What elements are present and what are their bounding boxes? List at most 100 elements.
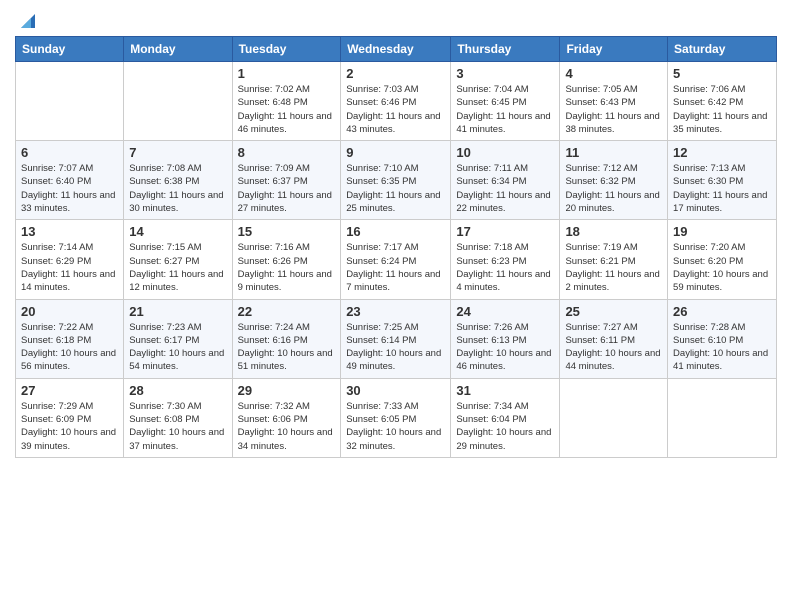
day-of-week-header: Thursday [451, 37, 560, 62]
day-info: Sunrise: 7:16 AM Sunset: 6:26 PM Dayligh… [238, 241, 336, 294]
day-number: 16 [346, 224, 445, 239]
day-info: Sunrise: 7:17 AM Sunset: 6:24 PM Dayligh… [346, 241, 445, 294]
day-number: 26 [673, 304, 771, 319]
calendar-cell: 15 Sunrise: 7:16 AM Sunset: 6:26 PM Dayli… [232, 220, 341, 299]
day-info: Sunrise: 7:20 AM Sunset: 6:20 PM Dayligh… [673, 241, 771, 294]
day-info: Sunrise: 7:29 AM Sunset: 6:09 PM Dayligh… [21, 400, 118, 453]
calendar-cell: 14Sunrise: 7:15 AM Sunset: 6:27 PM Dayli… [124, 220, 232, 299]
day-info: Sunrise: 7:32 AM Sunset: 6:06 PM Dayligh… [238, 400, 336, 453]
day-number: 2 [346, 66, 445, 81]
day-number: 1 [238, 66, 336, 81]
day-number: 17 [456, 224, 554, 239]
calendar-cell [560, 378, 668, 457]
day-number: 24 [456, 304, 554, 319]
calendar-cell: 19 Sunrise: 7:20 AM Sunset: 6:20 PM Dayli… [668, 220, 777, 299]
calendar-cell: 22 Sunrise: 7:24 AM Sunset: 6:16 PM Dayli… [232, 299, 341, 378]
day-number: 4 [565, 66, 662, 81]
day-info: Sunrise: 7:03 AM Sunset: 6:46 PM Dayligh… [346, 83, 445, 136]
calendar-cell: 18 Sunrise: 7:19 AM Sunset: 6:21 PM Dayli… [560, 220, 668, 299]
day-number: 5 [673, 66, 771, 81]
day-info: Sunrise: 7:24 AM Sunset: 6:16 PM Dayligh… [238, 321, 336, 374]
calendar-cell: 1 Sunrise: 7:02 AM Sunset: 6:48 PM Daylig… [232, 62, 341, 141]
header [15, 10, 777, 28]
day-number: 18 [565, 224, 662, 239]
calendar-cell: 13 Sunrise: 7:14 AM Sunset: 6:29 PM Dayli… [16, 220, 124, 299]
day-number: 19 [673, 224, 771, 239]
day-info: Sunrise: 7:12 AM Sunset: 6:32 PM Dayligh… [565, 162, 662, 215]
day-number: 6 [21, 145, 118, 160]
day-number: 20 [21, 304, 118, 319]
day-number: 12 [673, 145, 771, 160]
calendar-header-row: SundayMondayTuesdayWednesdayThursdayFrid… [16, 37, 777, 62]
day-number: 3 [456, 66, 554, 81]
day-of-week-header: Saturday [668, 37, 777, 62]
day-number: 13 [21, 224, 118, 239]
day-of-week-header: Tuesday [232, 37, 341, 62]
calendar-week-row: 1 Sunrise: 7:02 AM Sunset: 6:48 PM Daylig… [16, 62, 777, 141]
day-info: Sunrise: 7:30 AM Sunset: 6:08 PM Dayligh… [129, 400, 226, 453]
day-info: Sunrise: 7:23 AM Sunset: 6:17 PM Dayligh… [129, 321, 226, 374]
calendar-cell: 10 Sunrise: 7:11 AM Sunset: 6:34 PM Dayli… [451, 141, 560, 220]
day-of-week-header: Monday [124, 37, 232, 62]
day-number: 23 [346, 304, 445, 319]
calendar-cell: 24Sunrise: 7:26 AM Sunset: 6:13 PM Dayli… [451, 299, 560, 378]
calendar-cell: 7 Sunrise: 7:08 AM Sunset: 6:38 PM Daylig… [124, 141, 232, 220]
calendar-week-row: 20 Sunrise: 7:22 AM Sunset: 6:18 PM Dayli… [16, 299, 777, 378]
day-info: Sunrise: 7:07 AM Sunset: 6:40 PM Dayligh… [21, 162, 118, 215]
day-number: 21 [129, 304, 226, 319]
day-number: 10 [456, 145, 554, 160]
calendar-cell: 4 Sunrise: 7:05 AM Sunset: 6:43 PM Daylig… [560, 62, 668, 141]
day-info: Sunrise: 7:11 AM Sunset: 6:34 PM Dayligh… [456, 162, 554, 215]
calendar-cell [16, 62, 124, 141]
day-number: 7 [129, 145, 226, 160]
day-of-week-header: Sunday [16, 37, 124, 62]
calendar-cell: 21 Sunrise: 7:23 AM Sunset: 6:17 PM Dayli… [124, 299, 232, 378]
calendar-week-row: 6 Sunrise: 7:07 AM Sunset: 6:40 PM Daylig… [16, 141, 777, 220]
day-number: 28 [129, 383, 226, 398]
logo-icon [17, 10, 39, 32]
calendar-cell [124, 62, 232, 141]
calendar-cell: 6 Sunrise: 7:07 AM Sunset: 6:40 PM Daylig… [16, 141, 124, 220]
day-number: 11 [565, 145, 662, 160]
day-number: 22 [238, 304, 336, 319]
calendar-cell: 20 Sunrise: 7:22 AM Sunset: 6:18 PM Dayli… [16, 299, 124, 378]
calendar-cell [668, 378, 777, 457]
calendar-cell: 23 Sunrise: 7:25 AM Sunset: 6:14 PM Dayli… [341, 299, 451, 378]
calendar-cell: 11 Sunrise: 7:12 AM Sunset: 6:32 PM Dayli… [560, 141, 668, 220]
day-info: Sunrise: 7:09 AM Sunset: 6:37 PM Dayligh… [238, 162, 336, 215]
calendar-cell: 29 Sunrise: 7:32 AM Sunset: 6:06 PM Dayli… [232, 378, 341, 457]
day-info: Sunrise: 7:25 AM Sunset: 6:14 PM Dayligh… [346, 321, 445, 374]
day-info: Sunrise: 7:33 AM Sunset: 6:05 PM Dayligh… [346, 400, 445, 453]
calendar: SundayMondayTuesdayWednesdayThursdayFrid… [15, 36, 777, 458]
day-info: Sunrise: 7:27 AM Sunset: 6:11 PM Dayligh… [565, 321, 662, 374]
day-info: Sunrise: 7:04 AM Sunset: 6:45 PM Dayligh… [456, 83, 554, 136]
calendar-cell: 12Sunrise: 7:13 AM Sunset: 6:30 PM Dayli… [668, 141, 777, 220]
day-info: Sunrise: 7:05 AM Sunset: 6:43 PM Dayligh… [565, 83, 662, 136]
day-number: 25 [565, 304, 662, 319]
calendar-cell: 17 Sunrise: 7:18 AM Sunset: 6:23 PM Dayli… [451, 220, 560, 299]
day-of-week-header: Wednesday [341, 37, 451, 62]
calendar-cell: 3 Sunrise: 7:04 AM Sunset: 6:45 PM Daylig… [451, 62, 560, 141]
day-info: Sunrise: 7:34 AM Sunset: 6:04 PM Dayligh… [456, 400, 554, 453]
calendar-cell: 9Sunrise: 7:10 AM Sunset: 6:35 PM Daylig… [341, 141, 451, 220]
calendar-cell: 2 Sunrise: 7:03 AM Sunset: 6:46 PM Daylig… [341, 62, 451, 141]
day-info: Sunrise: 7:22 AM Sunset: 6:18 PM Dayligh… [21, 321, 118, 374]
calendar-week-row: 27 Sunrise: 7:29 AM Sunset: 6:09 PM Dayli… [16, 378, 777, 457]
day-info: Sunrise: 7:06 AM Sunset: 6:42 PM Dayligh… [673, 83, 771, 136]
day-info: Sunrise: 7:02 AM Sunset: 6:48 PM Dayligh… [238, 83, 336, 136]
day-info: Sunrise: 7:08 AM Sunset: 6:38 PM Dayligh… [129, 162, 226, 215]
day-info: Sunrise: 7:18 AM Sunset: 6:23 PM Dayligh… [456, 241, 554, 294]
day-info: Sunrise: 7:19 AM Sunset: 6:21 PM Dayligh… [565, 241, 662, 294]
day-of-week-header: Friday [560, 37, 668, 62]
calendar-cell: 8Sunrise: 7:09 AM Sunset: 6:37 PM Daylig… [232, 141, 341, 220]
logo [15, 10, 39, 28]
day-info: Sunrise: 7:14 AM Sunset: 6:29 PM Dayligh… [21, 241, 118, 294]
day-number: 27 [21, 383, 118, 398]
calendar-week-row: 13 Sunrise: 7:14 AM Sunset: 6:29 PM Dayli… [16, 220, 777, 299]
day-number: 29 [238, 383, 336, 398]
calendar-cell: 27 Sunrise: 7:29 AM Sunset: 6:09 PM Dayli… [16, 378, 124, 457]
calendar-cell: 5 Sunrise: 7:06 AM Sunset: 6:42 PM Daylig… [668, 62, 777, 141]
day-number: 15 [238, 224, 336, 239]
day-info: Sunrise: 7:28 AM Sunset: 6:10 PM Dayligh… [673, 321, 771, 374]
calendar-cell: 25 Sunrise: 7:27 AM Sunset: 6:11 PM Dayli… [560, 299, 668, 378]
